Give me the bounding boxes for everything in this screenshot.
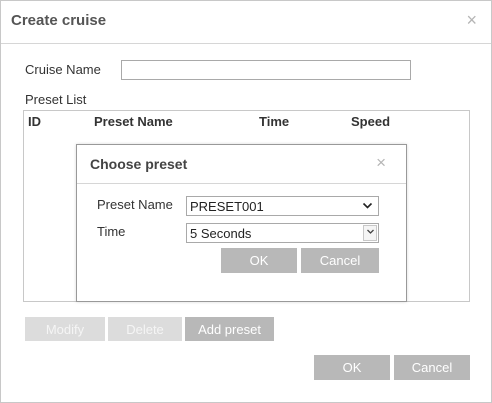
column-header-time: Time bbox=[259, 114, 290, 129]
close-icon[interactable]: × bbox=[466, 10, 477, 30]
choose-preset-cancel-button[interactable]: Cancel bbox=[301, 248, 379, 273]
spinner-arrow-icon[interactable] bbox=[363, 225, 377, 241]
dialog-header: Create cruise × bbox=[1, 1, 491, 44]
close-icon[interactable]: × bbox=[376, 153, 386, 173]
preset-name-value: PRESET001 bbox=[190, 199, 264, 214]
delete-button[interactable]: Delete bbox=[108, 317, 182, 341]
preset-list-label: Preset List bbox=[25, 92, 87, 107]
preset-name-select[interactable]: PRESET001 bbox=[186, 196, 379, 216]
dialog-title: Create cruise bbox=[11, 12, 107, 29]
create-cruise-dialog: Create cruise × Cruise Name Preset List … bbox=[0, 0, 492, 403]
choose-preset-dialog: Choose preset × Preset Name PRESET001 Ti… bbox=[76, 144, 407, 302]
time-select[interactable]: 5 Seconds bbox=[186, 223, 379, 243]
chevron-down-icon bbox=[362, 200, 373, 214]
choose-preset-header: Choose preset × bbox=[77, 145, 406, 184]
column-header-id: ID bbox=[28, 114, 41, 129]
cruise-name-input[interactable] bbox=[121, 60, 411, 80]
preset-name-label: Preset Name bbox=[97, 197, 173, 212]
modify-button[interactable]: Modify bbox=[25, 317, 105, 341]
column-header-speed: Speed bbox=[351, 114, 391, 129]
column-header-preset-name: Preset Name bbox=[94, 114, 173, 129]
cruise-name-label: Cruise Name bbox=[25, 62, 101, 77]
choose-preset-title: Choose preset bbox=[90, 156, 188, 172]
time-value: 5 Seconds bbox=[190, 226, 252, 241]
cancel-button[interactable]: Cancel bbox=[394, 355, 470, 380]
time-label: Time bbox=[97, 224, 126, 239]
add-preset-button[interactable]: Add preset bbox=[185, 317, 274, 341]
choose-preset-ok-button[interactable]: OK bbox=[221, 248, 297, 273]
ok-button[interactable]: OK bbox=[314, 355, 390, 380]
